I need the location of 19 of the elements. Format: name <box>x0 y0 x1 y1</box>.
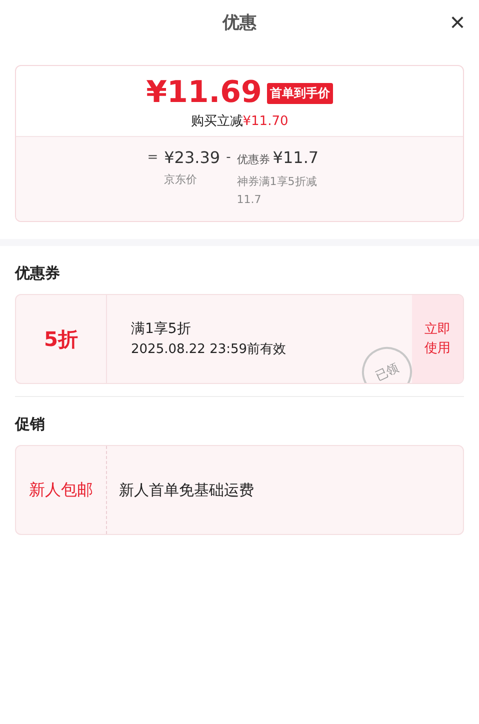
final-price: ¥11.69 <box>146 76 262 110</box>
coupon-condition: 满1享5折 <box>131 320 192 339</box>
operator: - <box>226 149 231 167</box>
close-button[interactable]: × <box>450 9 465 35</box>
section-title: 优惠券 <box>15 264 61 283</box>
section-title: 促销 <box>15 415 46 434</box>
price-badge: 首单到手价 <box>266 82 333 104</box>
dialog-title: 优惠 <box>222 12 256 34</box>
price-term: ¥23.39 <box>164 147 220 169</box>
promotion-text: 新人首单免基础运费 <box>118 480 254 500</box>
operator: = <box>147 149 158 167</box>
price-term: 优惠券 ¥11.7 <box>236 147 319 169</box>
promotion-tag: 新人包邮 <box>16 446 107 534</box>
use-now-button[interactable]: 立即使用 <box>412 295 463 383</box>
term-caption: 神券满1享5折减11.7 <box>236 174 318 208</box>
saving-text: 购买立减¥11.70 <box>190 113 288 130</box>
term-caption: 京东价 <box>164 172 198 188</box>
coupon-validity: 2025.08.22 23:59前有效 <box>131 341 288 359</box>
coupon-value: 5折 <box>16 295 107 383</box>
